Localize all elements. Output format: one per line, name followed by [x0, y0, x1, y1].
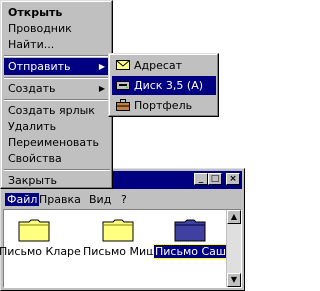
menu-item-find[interactable]: Найти...	[4, 36, 109, 53]
submenu-arrow-icon: ▶	[98, 62, 105, 71]
menu-item-explorer[interactable]: Проводник	[4, 20, 109, 37]
menu-item-create-shortcut[interactable]: Создать ярлык	[4, 102, 109, 119]
submenu-item-briefcase[interactable]: Портфель	[112, 96, 216, 115]
close-button[interactable]: ×	[226, 173, 240, 185]
menu-help[interactable]: ?	[121, 193, 127, 206]
context-menu: Открыть Проводник Найти... Отправить ▶ С…	[0, 0, 113, 189]
menu-item-label: Отправить	[8, 60, 71, 73]
submenu-item-label: Портфель	[134, 99, 193, 112]
window-menubar: Файл Правка Вид ?	[3, 191, 242, 208]
menu-item-label: Создать	[8, 82, 56, 95]
menu-item-rename[interactable]: Переименовать	[4, 134, 109, 151]
submenu-item-label: Адресат	[134, 59, 183, 72]
scroll-down-icon[interactable]: ▼	[227, 273, 241, 287]
submenu-item-floppy-drive[interactable]: Диск 3,5 (A)	[112, 76, 216, 95]
folder-label: Письмо Саше	[153, 244, 235, 259]
send-to-submenu: Адресат Диск 3,5 (A) Портфель	[108, 53, 219, 117]
folder-item[interactable]: Письмо Мише	[82, 218, 163, 258]
menu-item-send-to[interactable]: Отправить ▶	[4, 58, 109, 75]
submenu-arrow-icon: ▶	[98, 84, 105, 93]
folder-view[interactable]: Письмо Кларе Письмо Мише Письмо Саше ▲ ▼	[0, 209, 242, 288]
menu-item-delete[interactable]: Удалить	[4, 118, 109, 135]
submenu-item-mail-recipient[interactable]: Адресат	[112, 56, 216, 75]
folder-icon	[18, 219, 50, 242]
menu-separator	[4, 99, 110, 101]
menu-item-new[interactable]: Создать ▶	[4, 80, 109, 97]
folder-icon	[102, 219, 134, 242]
folder-label: Письмо Мише	[83, 245, 163, 258]
menu-view[interactable]: Вид	[89, 193, 111, 206]
folder-label: Письмо Кларе	[0, 245, 81, 258]
briefcase-icon	[116, 99, 130, 111]
menu-item-close[interactable]: Закрыть	[4, 172, 109, 189]
folder-item-selected[interactable]: Письмо Саше	[153, 218, 235, 259]
menu-edit[interactable]: Правка	[39, 193, 81, 206]
menu-separator	[4, 169, 110, 171]
scroll-up-icon[interactable]: ▲	[227, 210, 241, 224]
folder-item[interactable]: Письмо Кларе	[0, 218, 81, 258]
menu-item-properties[interactable]: Свойства	[4, 150, 109, 167]
vertical-scrollbar[interactable]: ▲ ▼	[226, 210, 241, 287]
menu-file[interactable]: Файл	[5, 193, 40, 206]
minimize-button[interactable]: _	[194, 173, 208, 185]
maximize-button[interactable]: □	[208, 173, 222, 185]
mail-recipient-icon	[116, 60, 130, 70]
menu-separator	[4, 77, 110, 79]
submenu-item-label: Диск 3,5 (A)	[134, 79, 204, 92]
menu-item-open[interactable]: Открыть	[4, 4, 109, 21]
menu-separator	[4, 55, 110, 57]
folder-icon	[174, 219, 206, 242]
floppy-drive-icon	[116, 81, 130, 90]
